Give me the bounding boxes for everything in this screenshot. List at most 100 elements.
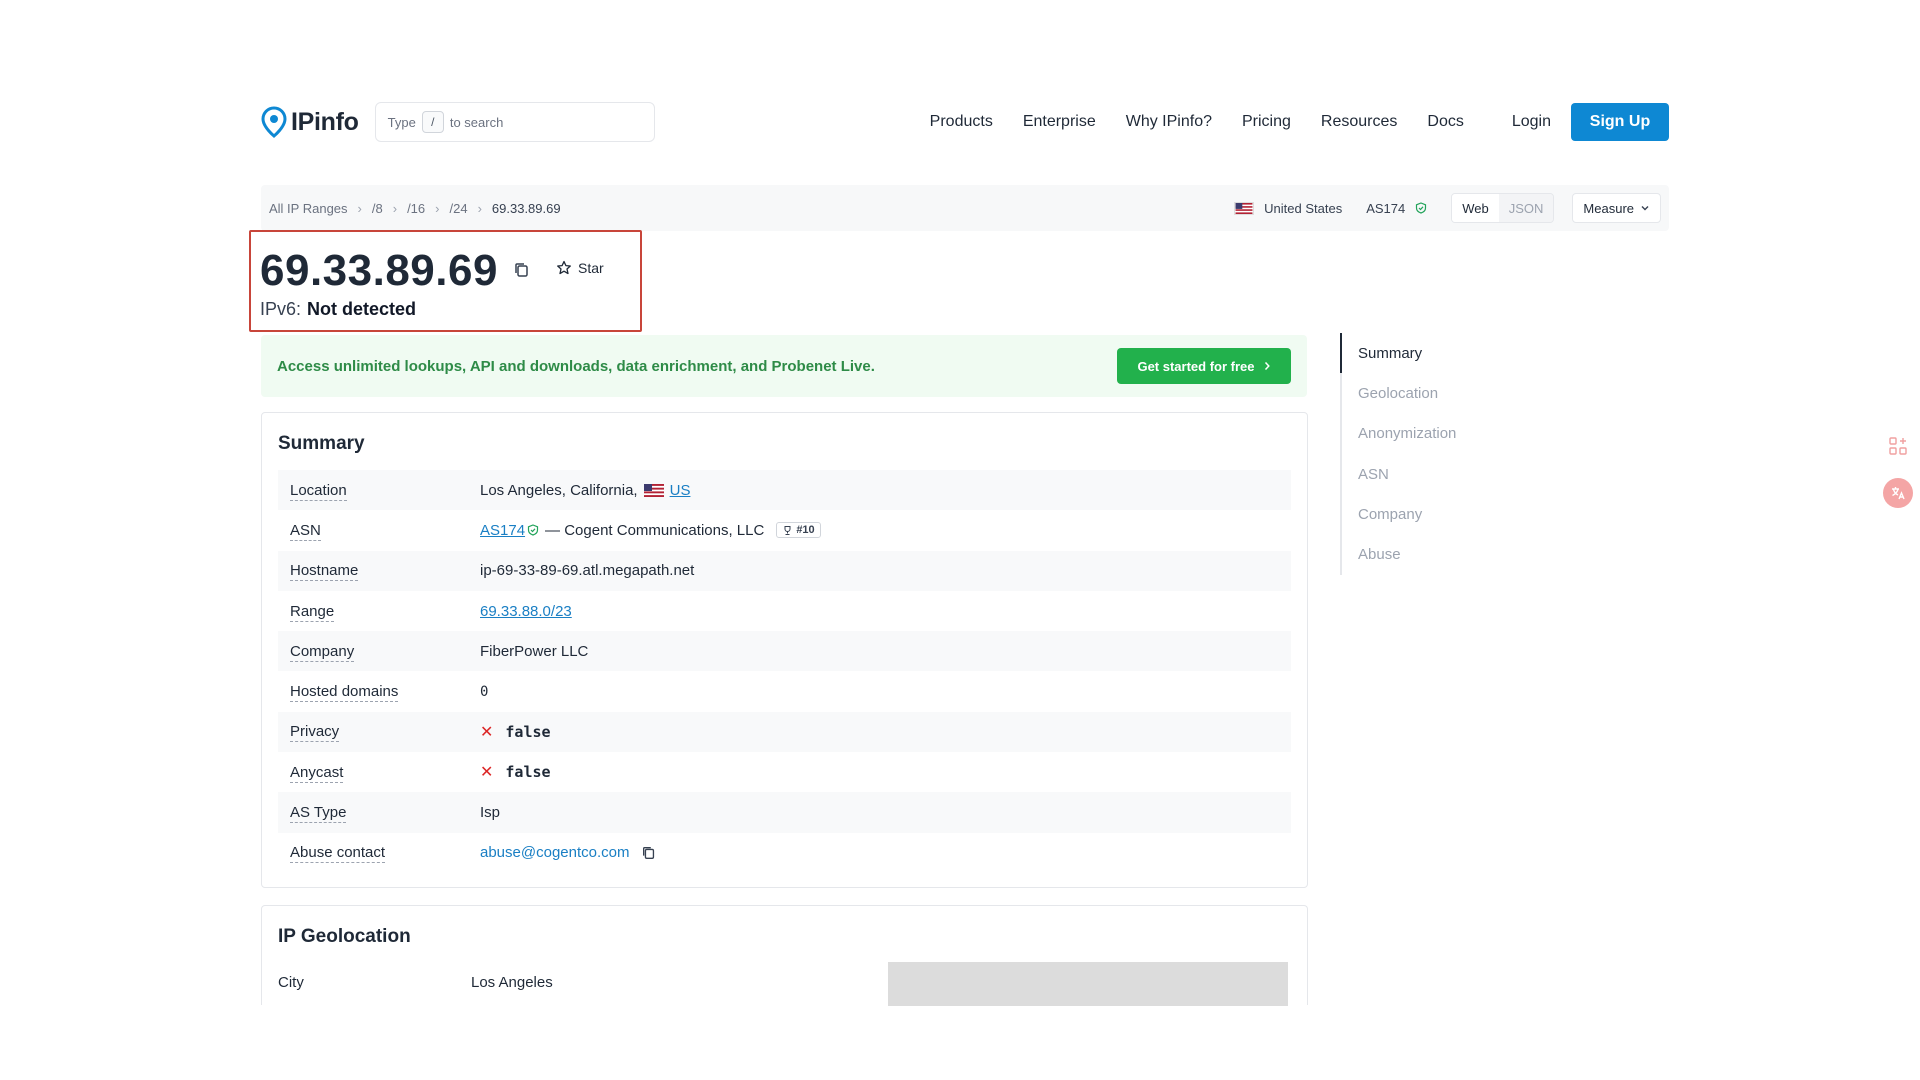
ip-address-title: 69.33.89.69 — [260, 246, 498, 295]
star-icon — [557, 260, 571, 275]
nav-docs[interactable]: Docs — [1427, 113, 1463, 131]
view-web-button[interactable]: Web — [1452, 194, 1499, 222]
privacy-label: Privacy — [290, 723, 340, 743]
site-header: IPinfo Type / to search Products Enterpr… — [261, 100, 1669, 144]
logo-text: IPinfo — [291, 107, 359, 136]
ipv6-value: Not detected — [307, 299, 417, 319]
measure-label: Measure — [1583, 200, 1634, 216]
asn-name: — Cogent Communications, LLC — [545, 521, 765, 539]
country-label: United States — [1264, 200, 1343, 216]
asn-rank-badge: #10 — [776, 522, 821, 539]
summary-table: Location Los Angeles, California, US ASN… — [278, 470, 1291, 873]
location-label: Location — [290, 481, 347, 501]
location-pin-icon — [261, 106, 287, 138]
table-row: Company FiberPower LLC — [278, 631, 1291, 672]
breadcrumb-bar: All IP Ranges › /8 › /16 › /24 › 69.33.8… — [261, 185, 1669, 231]
summary-card: Summary Location Los Angeles, California… — [261, 412, 1308, 888]
ipv6-status: IPv6: Not detected — [260, 299, 416, 320]
nav-pricing[interactable]: Pricing — [1242, 113, 1291, 131]
toc-company[interactable]: Company — [1342, 494, 1540, 534]
hostname-label: Hostname — [290, 562, 359, 582]
search-prefix: Type — [387, 114, 416, 130]
asn-row-label: ASN — [290, 521, 321, 541]
promo-banner: Access unlimited lookups, API and downlo… — [261, 335, 1307, 397]
chevron-down-icon — [1641, 206, 1649, 211]
privacy-value: false — [505, 722, 551, 741]
table-row: Location Los Angeles, California, US — [278, 470, 1291, 511]
logo[interactable]: IPinfo — [261, 106, 359, 138]
geolocation-title: IP Geolocation — [278, 926, 411, 947]
trophy-icon — [784, 525, 791, 535]
breadcrumb-slash-24[interactable]: /24 — [449, 201, 467, 216]
nav-products[interactable]: Products — [930, 113, 993, 131]
map-placeholder — [888, 962, 1288, 1006]
star-label: Star — [578, 260, 604, 276]
measure-dropdown[interactable]: Measure — [1572, 193, 1661, 223]
abuse-contact-link[interactable]: abuse@cogentco.com — [480, 844, 629, 861]
star-button[interactable]: Star — [556, 260, 604, 276]
table-row: Anycast ✕ false — [278, 752, 1291, 792]
login-link[interactable]: Login — [1512, 113, 1551, 131]
translate-icon[interactable] — [1883, 478, 1913, 508]
nav-resources[interactable]: Resources — [1321, 113, 1397, 131]
table-row: Range 69.33.88.0/23 — [278, 591, 1291, 631]
table-row: Privacy ✕ false — [278, 711, 1291, 753]
nav-why-ipinfo[interactable]: Why IPinfo? — [1126, 113, 1212, 131]
toc-asn[interactable]: ASN — [1342, 454, 1540, 494]
nav-enterprise[interactable]: Enterprise — [1023, 113, 1096, 131]
asn-label[interactable]: AS174 — [1366, 201, 1405, 216]
table-row: AS Type Isp — [278, 792, 1291, 833]
location-country-link[interactable]: US — [670, 482, 691, 499]
table-of-contents: Summary Geolocation Anonymization ASN Co… — [1340, 333, 1540, 575]
apps-add-icon[interactable] — [1888, 436, 1908, 456]
view-toggle: Web JSON — [1451, 193, 1555, 223]
get-started-button[interactable]: Get started for free — [1117, 348, 1291, 384]
toc-abuse[interactable]: Abuse — [1342, 534, 1540, 574]
cross-icon: ✕ — [480, 764, 494, 782]
abuse-contact-label: Abuse contact — [290, 844, 386, 864]
ipv6-label: IPv6: — [260, 299, 302, 319]
copy-icon[interactable] — [641, 845, 657, 861]
search-suffix: to search — [449, 114, 504, 130]
search-shortcut-key: / — [421, 111, 444, 133]
search-input[interactable]: Type / to search — [374, 102, 655, 142]
chevron-right-icon: › — [392, 200, 398, 216]
as-type-label: AS Type — [290, 804, 347, 824]
hosted-domains-label: Hosted domains — [290, 683, 399, 703]
copy-icon[interactable] — [513, 261, 531, 279]
us-flag-icon — [643, 483, 664, 497]
range-link[interactable]: 69.33.88.0/23 — [480, 603, 572, 620]
breadcrumb-slash-8[interactable]: /8 — [372, 201, 383, 216]
table-row: Abuse contact abuse@cogentco.com — [278, 833, 1291, 873]
breadcrumb-slash-16[interactable]: /16 — [407, 201, 425, 216]
hosted-domains-value: 0 — [480, 683, 489, 700]
asn-link[interactable]: AS174 — [480, 522, 525, 539]
geolocation-card: IP Geolocation City Los Angeles — [261, 905, 1308, 1006]
breadcrumb-meta: United States AS174 Web JSON Measure — [1234, 193, 1661, 223]
breadcrumb-all-ranges[interactable]: All IP Ranges — [269, 201, 348, 216]
city-value: Los Angeles — [471, 974, 553, 991]
summary-title: Summary — [278, 433, 365, 454]
promo-text: Access unlimited lookups, API and downlo… — [277, 357, 875, 375]
anycast-label: Anycast — [290, 763, 344, 783]
table-row: ASN AS174 — Cogent Communications, LLC #… — [278, 510, 1291, 550]
signup-button[interactable]: Sign Up — [1571, 103, 1669, 141]
breadcrumb-current: 69.33.89.69 — [491, 200, 561, 216]
chevron-right-icon: › — [357, 200, 362, 216]
asn-rank-value: #10 — [796, 524, 815, 537]
chevron-right-icon: › — [477, 200, 482, 216]
table-row: City Los Angeles — [278, 974, 553, 991]
toc-anonymization[interactable]: Anonymization — [1342, 414, 1540, 454]
as-type-value: Isp — [480, 804, 501, 822]
view-json-button[interactable]: JSON — [1498, 194, 1554, 222]
city-label: City — [278, 974, 304, 991]
toc-summary[interactable]: Summary — [1340, 333, 1540, 374]
hostname-value: ip-69-33-89-69.atl.megapath.net — [480, 562, 695, 580]
anycast-value: false — [505, 763, 551, 782]
table-row: Hostname ip-69-33-89-69.atl.megapath.net — [278, 550, 1291, 591]
chevron-right-icon: › — [435, 200, 440, 216]
breadcrumb: All IP Ranges › /8 › /16 › /24 › 69.33.8… — [269, 201, 561, 216]
toc-geolocation[interactable]: Geolocation — [1342, 373, 1540, 413]
range-label: Range — [290, 602, 335, 622]
table-row: Hosted domains 0 — [278, 671, 1291, 711]
